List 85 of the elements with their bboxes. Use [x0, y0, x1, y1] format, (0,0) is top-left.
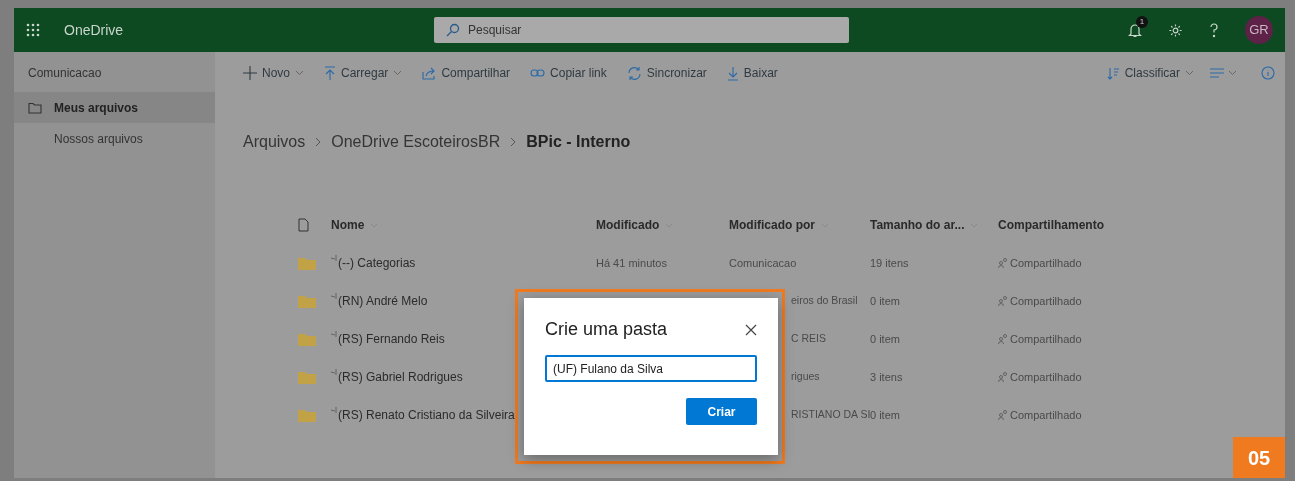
folder-icon [298, 332, 316, 346]
table-cell-text: 0 item [870, 331, 900, 347]
dialog-title: Crie uma pasta [545, 318, 668, 341]
search-field[interactable]: Pesquisar [434, 17, 849, 43]
toolbar-button[interactable]: Carregar [324, 64, 403, 82]
column-header[interactable]: Modificado por [729, 216, 815, 234]
toolbar-button[interactable]: Sincronizar [626, 64, 707, 82]
plus-icon [243, 66, 257, 80]
chevron-down-icon[interactable] [1185, 70, 1194, 76]
toolbar-button[interactable]: Baixar [726, 64, 778, 82]
table-cell-text: 0 item [870, 293, 900, 309]
table-cell-text: Compartilhado [1010, 331, 1082, 347]
people-icon [998, 372, 1008, 382]
folder-name-field[interactable]: (UF) Fulano da Silva [545, 355, 757, 382]
column-header[interactable]: Compartilhamento [998, 216, 1104, 234]
table-cell-text: Compartilhado [1010, 369, 1082, 385]
table-cell-text: Há 41 minutos [596, 255, 667, 271]
step-number: 05 [1233, 437, 1285, 478]
notification-count: 1 [1136, 16, 1148, 28]
new-item-marker-icon [331, 293, 338, 300]
table-cell-text: Comunicacao [729, 255, 797, 271]
bell-icon[interactable] [1128, 23, 1142, 39]
file-type-icon [298, 218, 309, 232]
chevron-down-icon[interactable] [1228, 70, 1237, 76]
people-icon [998, 334, 1008, 344]
table-cell: rigues [791, 369, 820, 385]
close-icon[interactable] [745, 323, 757, 336]
toolbar-button[interactable]: Novo [243, 64, 304, 82]
breadcrumb-link[interactable]: OneDrive EscoteirosBR [331, 130, 501, 154]
app-launcher-icon[interactable] [26, 23, 40, 37]
chevron-right-icon [315, 137, 322, 147]
sidebar-title: Comunicacao [27, 65, 103, 82]
user-avatar[interactable]: GR [1245, 16, 1273, 44]
view-options-icon[interactable] [1210, 68, 1224, 78]
table-cell: RISTIANO DA SI [791, 407, 870, 423]
settings-icon[interactable] [1168, 22, 1183, 38]
file-name[interactable]: (RS) Fernando Reis [338, 330, 445, 348]
download-icon [726, 65, 739, 81]
people-icon [998, 258, 1008, 268]
new-item-marker-icon [331, 331, 338, 338]
sort-icon [1106, 66, 1120, 80]
folder-outline-icon [28, 101, 42, 114]
table-cell-text: 3 itens [870, 369, 903, 385]
column-header[interactable]: Nome [331, 216, 365, 234]
table-cell-text: Compartilhado [1010, 407, 1082, 423]
share-icon [422, 66, 437, 80]
file-name[interactable]: (--) Categorias [338, 254, 416, 272]
help-icon[interactable] [1209, 22, 1219, 38]
chevron-down-icon[interactable] [295, 70, 304, 76]
sidebar-item[interactable]: Nossos arquivos [14, 123, 215, 154]
file-name[interactable]: (RN) André Melo [338, 292, 428, 310]
breadcrumb-link[interactable]: BPic - Interno [526, 130, 631, 154]
file-name[interactable]: (RS) Renato Cristiano da Silveira [338, 406, 515, 424]
link-icon [530, 68, 546, 78]
app-name[interactable]: OneDrive [64, 19, 434, 41]
upload-icon [324, 65, 336, 81]
breadcrumb-link[interactable]: Arquivos [243, 130, 306, 154]
column-header[interactable]: Tamanho do ar... [870, 216, 965, 234]
search-icon [446, 23, 460, 37]
chevron-down-icon[interactable] [393, 70, 403, 76]
table-cell-text: 0 item [870, 407, 900, 423]
table-cell-text: Compartilhado [1010, 255, 1082, 271]
folder-icon [298, 408, 316, 422]
people-icon [998, 410, 1008, 420]
sidebar-item[interactable]: Meus arquivos [14, 92, 215, 123]
info-icon[interactable] [1261, 66, 1275, 80]
table-cell-text: 19 itens [870, 255, 909, 271]
folder-icon [298, 294, 316, 308]
file-name[interactable]: (RS) Gabriel Rodrigues [338, 368, 463, 386]
chevron-right-icon [510, 137, 517, 147]
folder-icon [298, 256, 316, 270]
new-item-marker-icon [331, 255, 338, 262]
column-header[interactable]: Modificado [596, 216, 660, 234]
sort-button[interactable]: Classificar [1106, 64, 1194, 82]
new-item-marker-icon [331, 369, 338, 376]
table-cell: eiros do Brasil [791, 293, 858, 309]
toolbar-button[interactable]: Compartilhar [422, 64, 511, 82]
people-icon [998, 296, 1008, 306]
table-cell: C REIS [791, 331, 826, 347]
toolbar-button[interactable]: Copiar link [530, 64, 607, 82]
folder-icon [298, 370, 316, 384]
sync-icon [626, 65, 642, 81]
create-button[interactable]: Criar [686, 398, 757, 425]
table-cell-text: Compartilhado [1010, 293, 1082, 309]
new-item-marker-icon [331, 407, 338, 414]
